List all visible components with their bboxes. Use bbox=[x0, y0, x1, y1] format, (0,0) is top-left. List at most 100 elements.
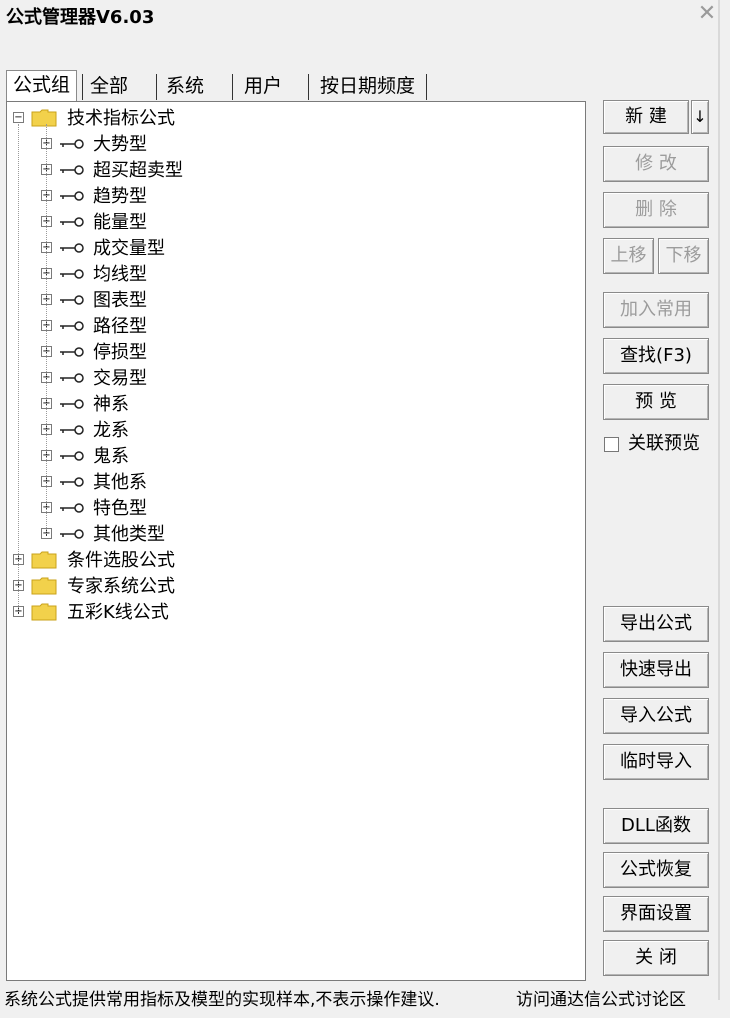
tab-label: 系统 bbox=[166, 75, 205, 97]
dropdown-arrow-icon: ↓ bbox=[693, 107, 707, 126]
close-button-label: 关 闭 bbox=[635, 947, 677, 968]
linked-preview-label: 关联预览 bbox=[628, 433, 700, 454]
tree-item-node[interactable]: + 神系 bbox=[7, 392, 567, 418]
formula-key-icon bbox=[60, 321, 84, 331]
tree-item-node[interactable]: + 成交量型 bbox=[7, 236, 567, 262]
move-up-button[interactable]: 上移 bbox=[603, 238, 654, 274]
tree-group-node[interactable]: + 五彩K线公式 bbox=[7, 600, 567, 626]
linked-preview-checkbox[interactable] bbox=[604, 437, 619, 452]
quick-export-label: 快速导出 bbox=[620, 659, 692, 680]
collapse-icon[interactable]: − bbox=[13, 112, 24, 123]
tree-node-label: 停损型 bbox=[93, 342, 147, 363]
folder-icon bbox=[31, 577, 57, 595]
tab-system[interactable]: 系统 bbox=[160, 72, 210, 100]
tree-item-node[interactable]: + 鬼系 bbox=[7, 444, 567, 470]
dll-function-button[interactable]: DLL函数 bbox=[603, 808, 709, 844]
formula-key-icon bbox=[60, 243, 84, 253]
formula-key-icon bbox=[60, 295, 84, 305]
formula-key-icon bbox=[60, 269, 84, 279]
close-button[interactable]: 关 闭 bbox=[603, 940, 709, 976]
tab-by-date-frequency[interactable]: 按日期频度 bbox=[314, 72, 421, 100]
preview-button-label: 预 览 bbox=[635, 391, 677, 412]
tree-node-label: 路径型 bbox=[93, 316, 147, 337]
tree-item-node[interactable]: + 交易型 bbox=[7, 366, 567, 392]
tree-node-label: 能量型 bbox=[93, 212, 147, 233]
move-up-label: 上移 bbox=[610, 245, 647, 266]
status-disclaimer: 系统公式提供常用指标及模型的实现样本,不表示操作建议. bbox=[4, 990, 440, 1010]
tree-item-node[interactable]: + 特色型 bbox=[7, 496, 567, 522]
tree-node-label: 技术指标公式 bbox=[67, 108, 175, 129]
tree-item-node[interactable]: + 其他类型 bbox=[7, 522, 567, 548]
add-to-common-button[interactable]: 加入常用 bbox=[603, 292, 709, 328]
tree-connector-line bbox=[46, 124, 47, 534]
tree-item-node[interactable]: + 超买超卖型 bbox=[7, 158, 567, 184]
ui-settings-button[interactable]: 界面设置 bbox=[603, 896, 709, 932]
folder-icon bbox=[31, 603, 57, 621]
window-border bbox=[718, 0, 720, 1000]
formula-restore-button[interactable]: 公式恢复 bbox=[603, 852, 709, 888]
formula-key-icon bbox=[60, 347, 84, 357]
tab-formula-group[interactable]: 公式组 bbox=[6, 70, 78, 101]
tab-label: 全部 bbox=[90, 75, 129, 97]
tree-item-node[interactable]: + 趋势型 bbox=[7, 184, 567, 210]
folder-icon bbox=[31, 551, 57, 569]
new-button-label: 新 建 bbox=[625, 106, 667, 127]
tab-all[interactable]: 全部 bbox=[84, 72, 134, 100]
quick-export-button[interactable]: 快速导出 bbox=[603, 652, 709, 688]
modify-button[interactable]: 修 改 bbox=[603, 146, 709, 182]
restore-label: 公式恢复 bbox=[620, 859, 692, 880]
formula-key-icon bbox=[60, 373, 84, 383]
tab-separator bbox=[82, 74, 83, 100]
tree-node-label: 龙系 bbox=[93, 420, 129, 441]
temp-import-button[interactable]: 临时导入 bbox=[603, 744, 709, 780]
new-dropdown-button[interactable]: ↓ bbox=[691, 100, 709, 134]
tree-item-node[interactable]: + 能量型 bbox=[7, 210, 567, 236]
temp-import-label: 临时导入 bbox=[620, 751, 692, 772]
formula-key-icon bbox=[60, 477, 84, 487]
forum-link[interactable]: 访问通达信公式讨论区 bbox=[516, 986, 686, 1014]
tree-group-node[interactable]: + 条件选股公式 bbox=[7, 548, 567, 574]
tree-item-node[interactable]: + 均线型 bbox=[7, 262, 567, 288]
formula-key-icon bbox=[60, 217, 84, 227]
tree-item-node[interactable]: + 其他系 bbox=[7, 470, 567, 496]
find-button[interactable]: 查找(F3) bbox=[603, 338, 709, 374]
delete-button[interactable]: 删 除 bbox=[603, 192, 709, 228]
tree-item-node[interactable]: + 龙系 bbox=[7, 418, 567, 444]
formula-key-icon bbox=[60, 191, 84, 201]
delete-button-label: 删 除 bbox=[635, 199, 677, 220]
preview-button[interactable]: 预 览 bbox=[603, 384, 709, 420]
tree-connector-line bbox=[18, 124, 19, 612]
tree-node-label: 超买超卖型 bbox=[93, 160, 183, 181]
tab-separator bbox=[232, 74, 233, 100]
formula-tree[interactable]: − 技术指标公式 + 大势型 + 超买超卖型 + 趋势型 + 能量型 + 成交量型 + 均线型 + 图表型 + 路… bbox=[6, 101, 586, 981]
folder-icon bbox=[31, 109, 57, 127]
move-down-label: 下移 bbox=[665, 245, 702, 266]
new-button[interactable]: 新 建 bbox=[603, 100, 689, 134]
import-label: 导入公式 bbox=[620, 705, 692, 726]
window-title: 公式管理器V6.03 bbox=[6, 7, 155, 28]
tree-item-node[interactable]: + 停损型 bbox=[7, 340, 567, 366]
tree-node-label: 神系 bbox=[93, 394, 129, 415]
tree-item-node[interactable]: + 路径型 bbox=[7, 314, 567, 340]
formula-key-icon bbox=[60, 425, 84, 435]
export-formula-button[interactable]: 导出公式 bbox=[603, 606, 709, 642]
tree-item-node[interactable]: + 大势型 bbox=[7, 132, 567, 158]
title-bar: 公式管理器V6.03 ✕ bbox=[0, 0, 730, 30]
tree-group-node[interactable]: − 技术指标公式 bbox=[7, 106, 567, 132]
tree-item-node[interactable]: + 图表型 bbox=[7, 288, 567, 314]
tree-node-label: 其他系 bbox=[93, 472, 147, 493]
close-icon[interactable]: ✕ bbox=[694, 2, 720, 26]
tree-node-label: 交易型 bbox=[93, 368, 147, 389]
tab-separator bbox=[426, 74, 427, 100]
move-down-button[interactable]: 下移 bbox=[658, 238, 709, 274]
tab-user[interactable]: 用户 bbox=[238, 72, 288, 100]
export-label: 导出公式 bbox=[620, 613, 692, 634]
tree-node-label: 趋势型 bbox=[93, 186, 147, 207]
formula-key-icon bbox=[60, 399, 84, 409]
tree-group-node[interactable]: + 专家系统公式 bbox=[7, 574, 567, 600]
formula-key-icon bbox=[60, 451, 84, 461]
tab-label: 用户 bbox=[244, 75, 283, 97]
tab-label: 公式组 bbox=[13, 74, 71, 96]
import-formula-button[interactable]: 导入公式 bbox=[603, 698, 709, 734]
tab-separator bbox=[308, 74, 309, 100]
